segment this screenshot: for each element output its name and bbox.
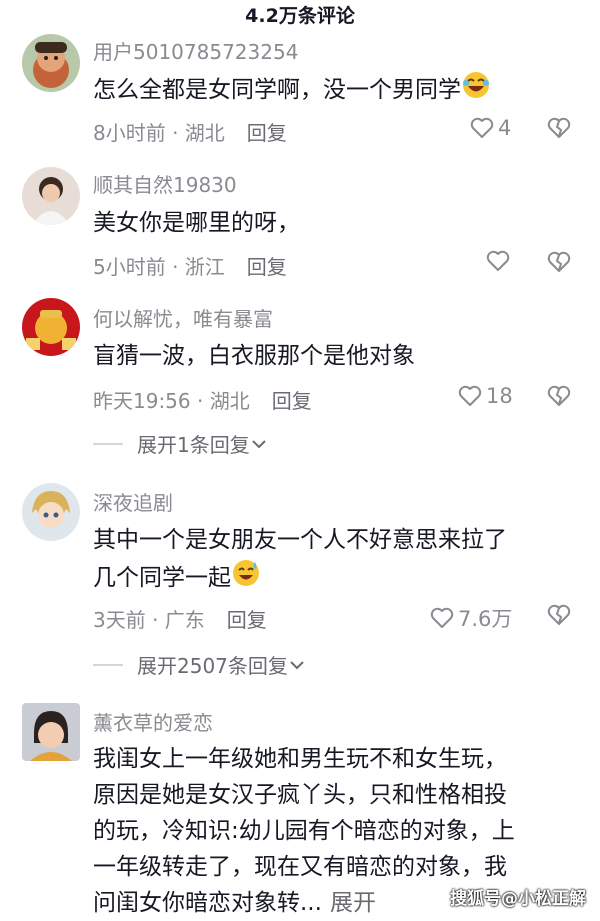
avatar[interactable] <box>22 298 80 356</box>
like-button[interactable] <box>486 250 514 272</box>
dislike-icon <box>547 117 571 138</box>
comment-time-location: 昨天19:56 · 湖北 <box>93 389 250 413</box>
dislike-button[interactable] <box>547 117 571 143</box>
comment-username[interactable]: 顺其自然19830 <box>93 169 237 198</box>
avatar[interactable] <box>22 483 80 541</box>
heart-icon <box>470 117 494 138</box>
avatar[interactable] <box>22 34 80 92</box>
avatar[interactable] <box>22 167 80 225</box>
comments-header: 4.2万条评论 <box>245 5 355 27</box>
watermark: 搜狐号@小松正解 <box>450 889 586 909</box>
like-count: 4 <box>498 116 512 140</box>
comment-text-line: 原因是她是女汉子疯丫头，只和性格相投 <box>93 782 507 808</box>
divider-line <box>93 663 123 666</box>
like-count: 7.6万 <box>458 607 513 631</box>
comment-text-line: 的玩，冷知识:幼儿园有个暗恋的对象，上 <box>93 818 515 844</box>
expand-replies-label: 展开2507条回复 <box>137 654 288 678</box>
expand-replies-label: 展开1条回复 <box>137 433 250 457</box>
comment-meta: 5小时前 · 浙江 回复 <box>93 251 287 280</box>
comment-username[interactable]: 薰衣草的爱恋 <box>93 707 213 736</box>
like-button[interactable]: 18 <box>458 384 513 408</box>
like-count: 18 <box>486 384 513 408</box>
heart-icon <box>486 250 510 271</box>
chevron-down-icon <box>252 439 266 448</box>
comment-text: 盲猜一波，白衣服那个是他对象 <box>93 338 573 374</box>
comment-text-line: 几个同学一起 <box>93 558 573 599</box>
reply-button[interactable]: 回复 <box>247 121 287 145</box>
divider-line <box>93 442 123 445</box>
sweat-smile-emoji <box>231 558 261 599</box>
comment-time-location: 3天前 · 广东 <box>93 608 205 632</box>
comment-text-body: 怎么全都是女同学啊，没一个男同学 <box>93 77 461 103</box>
comment-meta: 8小时前 · 湖北 回复 <box>93 117 287 146</box>
comment-time-location: 8小时前 · 湖北 <box>93 121 225 145</box>
reply-button[interactable]: 回复 <box>272 389 312 413</box>
dislike-icon <box>547 604 571 625</box>
comment-text: 美女你是哪里的呀， <box>93 205 573 241</box>
comment-text-body: 盲猜一波，白衣服那个是他对象 <box>93 343 415 369</box>
comment-text-body: 美女你是哪里的呀， <box>93 210 300 236</box>
dislike-icon <box>547 385 571 406</box>
avatar[interactable] <box>22 703 80 761</box>
heart-icon <box>458 385 482 406</box>
comment-text: 其中一个是女朋友一个人不好意思来拉了 几个同学一起 <box>93 522 573 599</box>
comment-meta: 3天前 · 广东 回复 <box>93 604 267 633</box>
laughing-emoji <box>461 70 491 111</box>
like-button[interactable]: 4 <box>470 116 511 140</box>
expand-text-button[interactable]: 展开 <box>330 890 376 916</box>
expand-replies-button[interactable]: 展开2507条回复 <box>93 650 306 679</box>
comment-text-line: 其中一个是女朋友一个人不好意思来拉了 <box>93 527 507 553</box>
like-button[interactable]: 7.6万 <box>430 603 512 633</box>
dislike-button[interactable] <box>547 251 571 277</box>
comment-username[interactable]: 何以解忧，唯有暴富 <box>93 303 273 332</box>
comment-meta: 昨天19:56 · 湖北 回复 <box>93 385 312 414</box>
comment-text-line: 我闺女上一年级她和男生玩不和女生玩， <box>93 746 507 772</box>
comment-username[interactable]: 用户5010785723254 <box>93 36 298 65</box>
dislike-button[interactable] <box>547 385 571 411</box>
comment-text: 怎么全都是女同学啊，没一个男同学 <box>93 70 573 111</box>
comment-time-location: 5小时前 · 浙江 <box>93 255 225 279</box>
dislike-icon <box>547 251 571 272</box>
expand-replies-button[interactable]: 展开1条回复 <box>93 429 268 458</box>
chevron-down-icon <box>290 660 304 669</box>
dislike-button[interactable] <box>547 604 571 630</box>
heart-icon <box>430 607 454 628</box>
comment-text-line: 一年级转走了，现在又有暗恋的对象，我 <box>93 854 507 880</box>
comment-username[interactable]: 深夜追剧 <box>93 487 173 516</box>
reply-button[interactable]: 回复 <box>247 255 287 279</box>
reply-button[interactable]: 回复 <box>227 608 267 632</box>
